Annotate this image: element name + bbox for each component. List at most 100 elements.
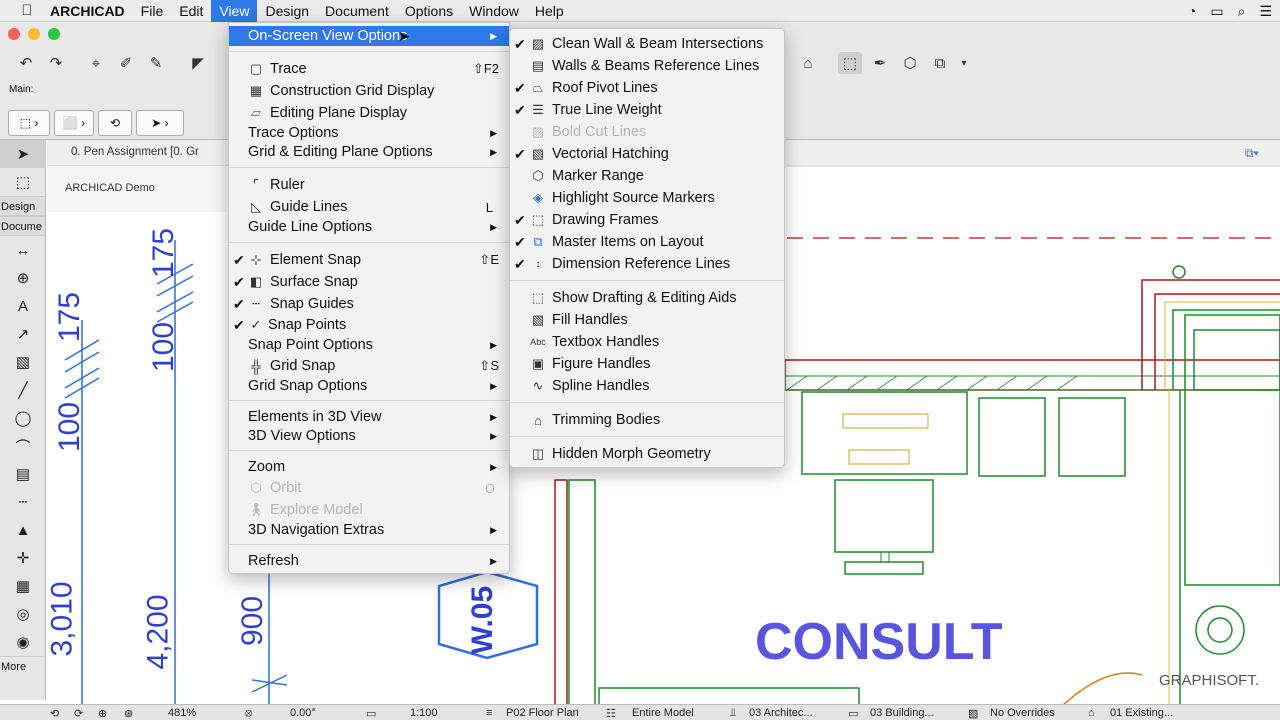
menu-item-construction-grid-display[interactable]: ▦ Construction Grid Display [229,81,509,101]
menu-item-trace-options[interactable]: Trace Options ▶ [229,123,509,143]
menu-item-textbox-handles[interactable]: Abc Textbox Handles [510,332,784,352]
renovation-value[interactable]: 01 Existing... [1110,707,1173,719]
menu-item-snap-guides[interactable]: ✔ ┄ Snap Guides [229,294,509,314]
menu-item-master-items-on-layout[interactable]: ✔ ⧉ Master Items on Layout [510,232,784,252]
menu-window[interactable]: Window [461,0,527,22]
zoom-out-icon[interactable]: ⟲ [50,707,59,720]
pen-tool-icon[interactable]: ✒ [868,52,892,74]
trace-toolbar-icon[interactable]: ◤ [186,52,210,74]
dimension-label-900[interactable]: 900 [236,596,270,646]
renovation-icon[interactable]: ⧉ [928,52,952,74]
menu-item-figure-handles[interactable]: ▣ Figure Handles [510,354,784,374]
menu-item-trimming-bodies[interactable]: ⌂ Trimming Bodies [510,410,784,430]
detail-tool-icon[interactable]: ◉ [0,628,46,656]
menu-options[interactable]: Options [397,0,461,22]
more-section-label[interactable]: More [0,656,45,676]
menu-item-clean-wall-beam-intersections[interactable]: ✔ ▨ Clean Wall & Beam Intersections [510,34,784,54]
dimension-label-175-mid[interactable]: 175 [147,228,181,278]
menu-item-highlight-source-markers[interactable]: ◈ Highlight Source Markers [510,188,784,208]
figure-tool-icon[interactable]: ▦ [0,572,46,600]
menu-item-walls-beams-reference-lines[interactable]: ▤ Walls & Beams Reference Lines [510,56,784,76]
menu-archicad[interactable]: ARCHICAD [42,0,133,22]
worksheet-tool-icon[interactable]: ◎ [0,600,46,628]
circle-tool-icon[interactable]: ◯ [0,404,46,432]
menu-item-drawing-frames[interactable]: ✔ ⬚ Drawing Frames [510,210,784,230]
pen-set-value[interactable]: 03 Building... [870,707,934,719]
home-icon[interactable]: ⌂ [796,52,820,74]
menu-item-zoom[interactable]: Zoom ▶ [229,457,509,477]
spotlight-icon[interactable]: ⌕ [1238,3,1246,20]
hotspot-tool-icon[interactable]: ✛ [0,544,46,572]
menu-item-true-line-weight[interactable]: ✔ ☰ True Line Weight [510,100,784,120]
text-tool-icon[interactable]: A [0,292,46,320]
wifi-icon[interactable]: ◔ [1188,3,1196,19]
navigator-toggle-icon[interactable]: ⧉▾ [1245,146,1259,161]
zoom-in-history-icon[interactable]: ⟳ [74,707,83,720]
elevation-tool-icon[interactable]: ▲ [0,516,46,544]
menu-item-grid-snap-options[interactable]: Grid Snap Options ▶ [229,376,509,396]
menu-item-guide-line-options[interactable]: Guide Line Options ▶ [229,217,509,237]
find-select-icon[interactable]: ⌖ [84,52,108,74]
menu-document[interactable]: Document [317,0,397,22]
menu-item-refresh[interactable]: Refresh ▶ [229,551,509,571]
drawing-tool-icon[interactable]: ▤ [0,460,46,488]
angle-value[interactable]: 0.00° [290,707,316,719]
menu-item-ruler[interactable]: ⌜ Ruler [229,175,509,195]
view-value[interactable]: P02 Floor Plan [506,707,579,719]
menu-item-marker-range[interactable]: ⬡ Marker Range [510,166,784,186]
dimension-label-100-left[interactable]: 100 [53,402,87,452]
menu-item-vectorial-hatching[interactable]: ✔ ▧ Vectorial Hatching [510,144,784,164]
menu-item-surface-snap[interactable]: ✔ ◧ Surface Snap [229,272,509,292]
menu-design[interactable]: Design [257,0,317,22]
selection-method-button[interactable]: ⬜ › [54,110,94,136]
minimize-window-icon[interactable] [28,28,40,40]
polyline-tool-icon[interactable]: ⌒ [0,432,46,460]
menu-item-editing-plane-display[interactable]: ▱ Editing Plane Display [229,103,509,123]
menu-item-roof-pivot-lines[interactable]: ✔ ⏢ Roof Pivot Lines [510,78,784,98]
menu-item-spline-handles[interactable]: ∿ Spline Handles [510,376,784,396]
redo-icon[interactable]: ↷ [44,52,68,74]
menu-item-on-screen-view-options[interactable]: On-Screen View Options ▶ [229,26,509,46]
chevron-down-icon[interactable]: ▾ [952,52,976,74]
label-tool-icon[interactable]: ↗ [0,320,46,348]
menu-item-3d-view-options[interactable]: 3D View Options ▶ [229,426,509,446]
layer-value[interactable]: 03 Architec... [749,707,813,719]
scale-value[interactable]: 1:100 [410,707,438,719]
inject-icon[interactable]: ✎ [144,52,168,74]
menu-item-hidden-morph-geometry[interactable]: ◫ Hidden Morph Geometry [510,444,784,464]
design-section-label[interactable]: Design [0,196,45,216]
arrow-tool-button[interactable]: ➤ › [136,110,184,136]
fill-tool-icon[interactable]: ▧ [0,348,46,376]
arrow-tool-icon[interactable]: ➤ [0,140,46,168]
menu-view[interactable]: View [211,0,258,22]
rotate-method-button[interactable]: ⟲ [98,110,132,136]
dimension-label-100-mid[interactable]: 100 [147,322,181,372]
menu-item-grid-snap[interactable]: ╬ Grid Snap ⇧S [229,356,509,376]
battery-icon[interactable]: ▭ [1210,3,1223,20]
zoom-value[interactable]: 481% [168,707,196,719]
apple-icon[interactable]:  [12,2,42,19]
dimension-label-4200[interactable]: 4,200 [142,594,176,669]
section-tool-icon[interactable]: ┄ [0,488,46,516]
model-value[interactable]: Entire Model [632,707,694,719]
menu-item-snap-point-options[interactable]: Snap Point Options ▶ [229,335,509,355]
menu-item-snap-points[interactable]: ✔ ✓ Snap Points [229,315,509,335]
menu-item-trace[interactable]: ▢ Trace ⇧F2 [229,59,509,79]
dimension-tool-icon[interactable]: ↔ [0,236,46,264]
menu-item-show-drafting-editing-aids[interactable]: ⬚ Show Drafting & Editing Aids [510,288,784,308]
menu-item-3d-navigation-extras[interactable]: 3D Navigation Extras ▶ [229,520,509,540]
tab-archicad-demo[interactable]: ARCHICAD Demo [65,182,155,194]
close-window-icon[interactable] [8,28,20,40]
tab-pen-assignment[interactable]: 0. Pen Assignment [0. Gr [71,146,199,158]
graphic-override-icon[interactable]: ⬡ [898,52,922,74]
undo-icon[interactable]: ↶ [14,52,38,74]
dimension-label-3010[interactable]: 3,010 [47,581,80,656]
fit-in-window-icon[interactable]: ⊛ [124,707,133,720]
notification-center-icon[interactable]: ☰ [1259,3,1272,20]
document-section-label[interactable]: Docume [0,216,45,236]
menu-item-elements-in-3d-view[interactable]: Elements in 3D View ▶ [229,407,509,427]
menu-item-dimension-reference-lines[interactable]: ✔ ↕ Dimension Reference Lines [510,254,784,274]
line-tool-icon[interactable]: ╱ [0,376,46,404]
menu-help[interactable]: Help [527,0,572,22]
menu-item-element-snap[interactable]: ✔ ⊹ Element Snap ⇧E [229,250,509,270]
